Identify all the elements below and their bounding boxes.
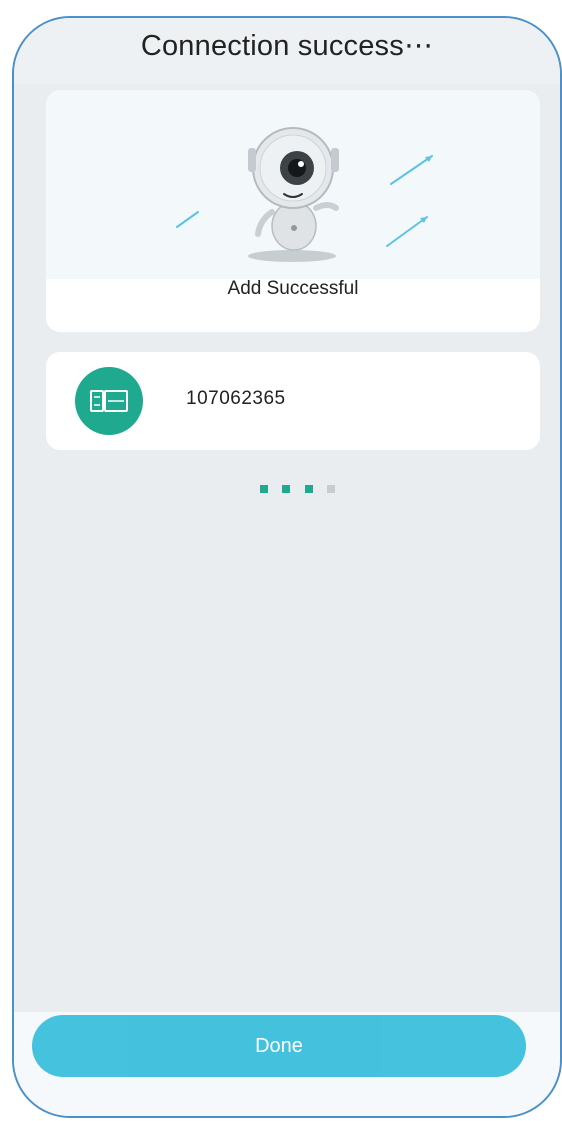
success-hero-card: Add Successful [46, 90, 540, 332]
page-indicator [260, 480, 345, 493]
camera-device-icon [90, 390, 128, 412]
page-dot-inactive [327, 485, 336, 493]
page-title: Connection success⋯ [140, 30, 434, 62]
robot-camera-illustration [176, 127, 433, 262]
page-dot-active [282, 485, 291, 493]
page-dot-active [260, 485, 268, 493]
device-avatar [75, 367, 143, 435]
done-button[interactable]: Done [32, 1015, 526, 1077]
page-dot-active [304, 485, 313, 493]
phone-frame: Connection success⋯ Add Successful 10706… [12, 16, 562, 1118]
header: Connection success⋯ [14, 18, 560, 84]
device-name: 107062365 [186, 388, 286, 409]
success-caption: Add Successful [227, 278, 359, 299]
device-list-item[interactable]: 107062365 [46, 352, 540, 450]
